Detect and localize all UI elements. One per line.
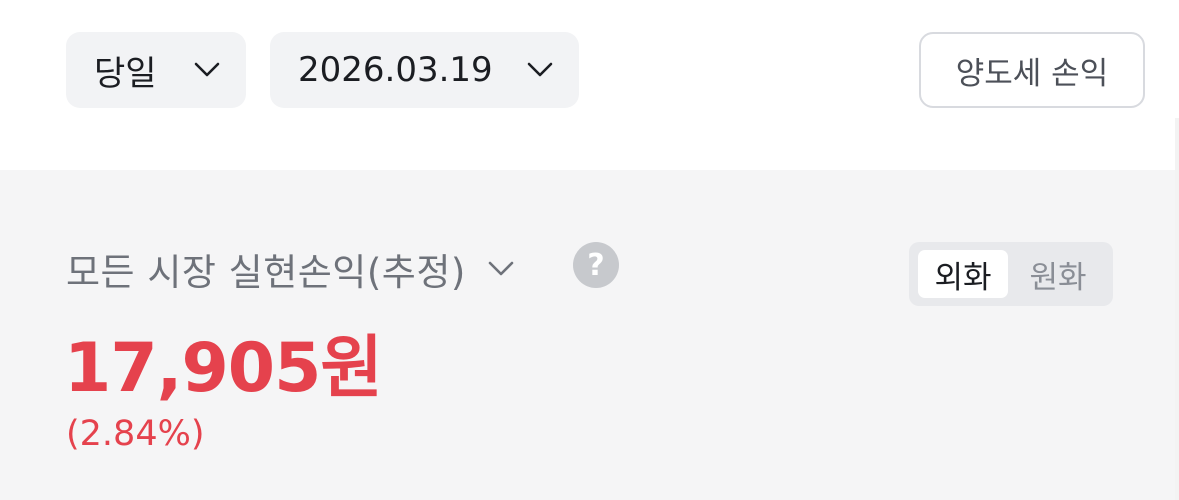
filter-bar: 당일 2026.03.19 양도세 손익 [0,0,1179,170]
scroll-edge [1175,118,1179,500]
period-dropdown[interactable]: 당일 [66,32,246,108]
chevron-down-icon [488,261,514,276]
currency-option-won[interactable]: 원화 [1012,250,1104,298]
summary-title: 모든 시장 실현손익(추정) [66,251,466,294]
summary-title-dropdown[interactable]: 모든 시장 실현손익(추정) [66,242,514,296]
chevron-down-icon [194,62,220,77]
period-label: 당일 [94,53,157,94]
currency-option-foreign[interactable]: 외화 [918,250,1008,298]
realized-pnl-screen: 당일 2026.03.19 양도세 손익 모든 시장 실현손익(추정) ? 외화… [0,0,1179,500]
realized-pnl-amount: 17,905원 [64,329,383,408]
date-dropdown[interactable]: 2026.03.19 [270,32,579,108]
help-glyph: ? [587,247,605,283]
pnl-summary-panel: 모든 시장 실현손익(추정) ? 외화 원화 17,905원 (2.84%) [0,170,1179,500]
realized-pnl-percent: (2.84%) [66,414,205,454]
currency-toggle: 외화 원화 [909,242,1113,306]
currency-option-foreign-label: 외화 [934,259,992,296]
capital-gains-tax-button[interactable]: 양도세 손익 [919,32,1145,108]
currency-option-won-label: 원화 [1029,259,1087,296]
chevron-down-icon [527,62,553,77]
capital-gains-tax-label: 양도세 손익 [955,55,1109,92]
date-label: 2026.03.19 [298,50,493,90]
question-circle-icon[interactable]: ? [573,242,619,288]
